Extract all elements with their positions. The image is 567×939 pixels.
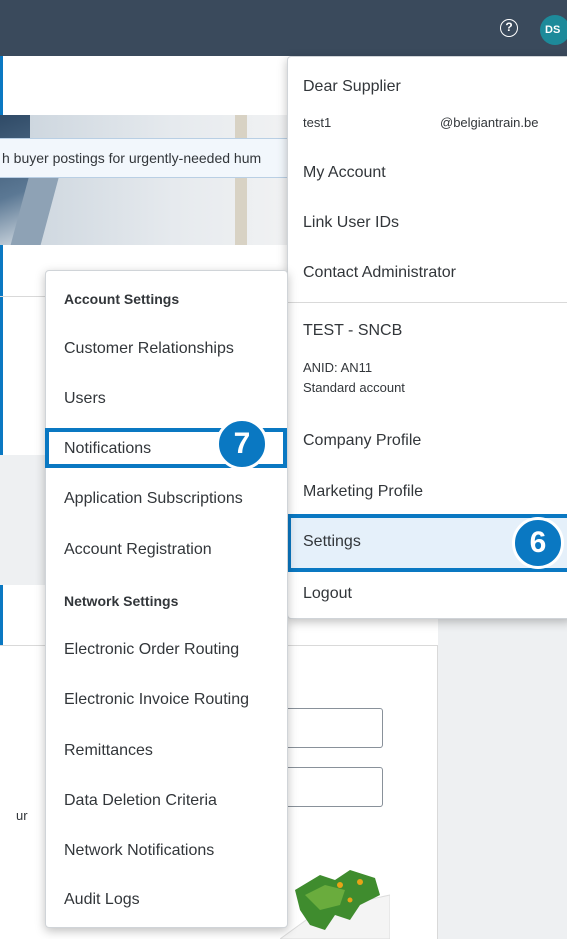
menu-item-company-profile[interactable]: Company Profile — [303, 432, 421, 450]
background-input-2[interactable] — [280, 767, 383, 807]
submenu-item-electronic-invoice-routing[interactable]: Electronic Invoice Routing — [64, 691, 249, 709]
network-settings-heading: Network Settings — [64, 593, 179, 609]
submenu-item-customer-relationships[interactable]: Customer Relationships — [64, 340, 234, 358]
menu-item-contact-administrator[interactable]: Contact Administrator — [303, 264, 456, 282]
submenu-item-audit-logs[interactable]: Audit Logs — [64, 891, 140, 909]
account-type-text: Standard account — [303, 380, 405, 395]
user-avatar[interactable]: DS — [540, 15, 567, 45]
submenu-item-network-notifications[interactable]: Network Notifications — [64, 842, 214, 860]
background-gray-column — [438, 585, 567, 939]
hero-banner-image — [0, 115, 290, 245]
top-bar: ? DS — [0, 0, 567, 56]
step-6-badge: 6 — [512, 517, 564, 569]
settings-submenu: Account Settings Customer Relationships … — [45, 270, 288, 928]
menu-item-marketing-profile[interactable]: Marketing Profile — [303, 483, 423, 501]
world-map-graphic — [280, 870, 390, 939]
banner-background-post — [235, 115, 247, 245]
account-settings-heading: Account Settings — [64, 291, 180, 307]
company-name: TEST - SNCB — [303, 322, 403, 339]
submenu-item-application-subscriptions[interactable]: Application Subscriptions — [64, 490, 243, 508]
submenu-item-account-registration[interactable]: Account Registration — [64, 541, 212, 559]
username-text: test1 — [303, 115, 332, 130]
greeting-text: Dear Supplier — [303, 78, 401, 95]
question-circle-icon[interactable]: ? — [500, 19, 518, 37]
step-7-badge: 7 — [216, 418, 268, 470]
menu-item-link-user-ids[interactable]: Link User IDs — [303, 214, 399, 232]
banner-announcement[interactable]: h buyer postings for urgently-needed hum — [0, 138, 290, 178]
menu-item-my-account[interactable]: My Account — [303, 164, 386, 182]
menu-item-logout[interactable]: Logout — [303, 585, 352, 603]
submenu-item-electronic-order-routing[interactable]: Electronic Order Routing — [64, 641, 239, 659]
background-text-fragment: ur — [16, 808, 28, 823]
submenu-item-remittances[interactable]: Remittances — [64, 742, 153, 760]
email-domain-text: @belgiantrain.be — [440, 115, 539, 130]
submenu-item-users[interactable]: Users — [64, 390, 106, 408]
menu-separator — [288, 302, 567, 303]
background-input-1[interactable] — [280, 708, 383, 748]
submenu-item-data-deletion-criteria[interactable]: Data Deletion Criteria — [64, 792, 217, 810]
anid-text: ANID: AN11 — [303, 360, 373, 375]
